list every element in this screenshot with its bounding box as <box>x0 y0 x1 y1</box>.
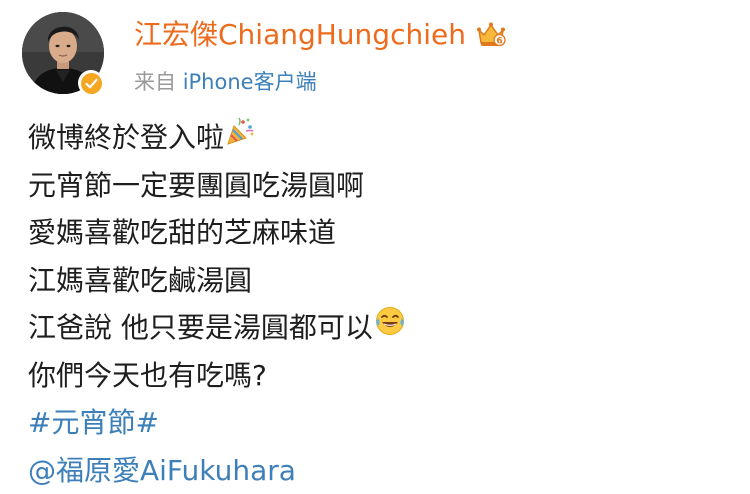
weibo-post: 江宏傑ChiangHungchieh 6 来自 iPhone客户端 微博終於登入… <box>0 0 750 479</box>
crown-vip-icon[interactable]: 6 <box>476 21 506 49</box>
verified-badge-icon <box>78 70 104 96</box>
svg-text:6: 6 <box>496 37 502 47</box>
post-line: 元宵節一定要團圓吃湯圓啊 <box>28 162 728 210</box>
post-line-text: 江爸說 他只要是湯圓都可以 <box>28 304 373 352</box>
username-link[interactable]: 江宏傑ChiangHungchieh <box>134 18 466 52</box>
tears-of-joy-emoji <box>374 304 406 352</box>
hashtag-link[interactable]: #元宵節# <box>28 399 728 447</box>
post-line: 江媽喜歡吃鹹湯圓 <box>28 257 728 305</box>
post-content: 微博終於登入啦 元宵節一定要團圓吃湯圓啊 愛媽喜歡吃甜的芝麻味道 江媽喜歡吃鹹湯… <box>28 114 728 494</box>
mention-link[interactable]: @福原愛AiFukuhara <box>28 447 728 494</box>
post-line: 微博終於登入啦 <box>28 114 728 162</box>
post-line: 江爸說 他只要是湯圓都可以 <box>28 304 728 352</box>
avatar-container[interactable] <box>22 12 108 98</box>
post-line: 愛媽喜歡吃甜的芝麻味道 <box>28 209 728 257</box>
post-line-text: 微博終於登入啦 <box>28 114 224 162</box>
username-row: 江宏傑ChiangHungchieh 6 <box>134 18 506 52</box>
post-source: 来自 iPhone客户端 <box>134 66 317 96</box>
post-line: 你們今天也有吃嗎? <box>28 352 728 400</box>
source-prefix: 来自 <box>134 70 176 94</box>
source-device-link[interactable]: iPhone客户端 <box>183 70 317 94</box>
party-popper-emoji <box>225 114 255 162</box>
